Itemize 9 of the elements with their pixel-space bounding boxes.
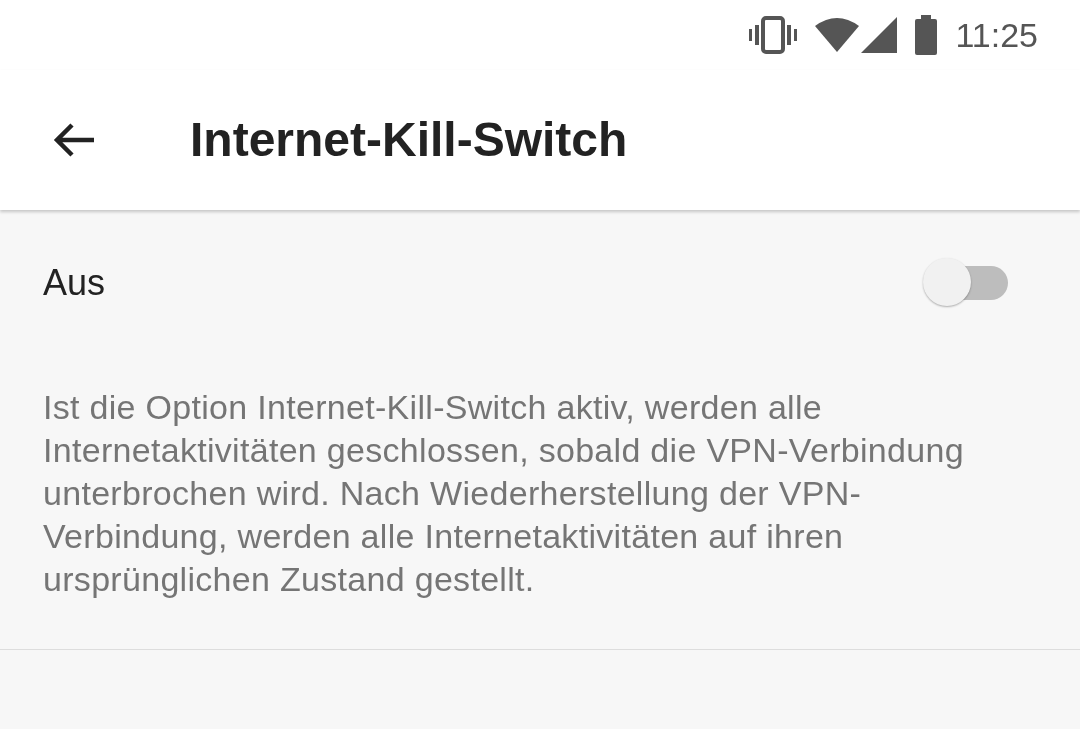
screen-title: Internet-Kill-Switch — [190, 112, 628, 168]
wifi-icon — [815, 18, 860, 52]
signal-icon — [861, 17, 898, 53]
setting-label: Aus — [43, 261, 106, 305]
battery-icon — [915, 15, 938, 55]
clock-time: 11:25 — [955, 14, 1038, 56]
description-text: Ist die Option Internet-Kill-Switch aktiv, werden alle Internetaktivitäten geschlossen, sobald die VPN-Verbindung unterbrochen wird. Nach Wiederherstellung der VPN-Verbindung, werden alle Internetaktivitäten auf ihren ursprünglichen Zustand gestellt. — [42, 387, 965, 600]
vibrate-icon — [749, 15, 798, 55]
back-arrow-icon — [52, 122, 96, 158]
